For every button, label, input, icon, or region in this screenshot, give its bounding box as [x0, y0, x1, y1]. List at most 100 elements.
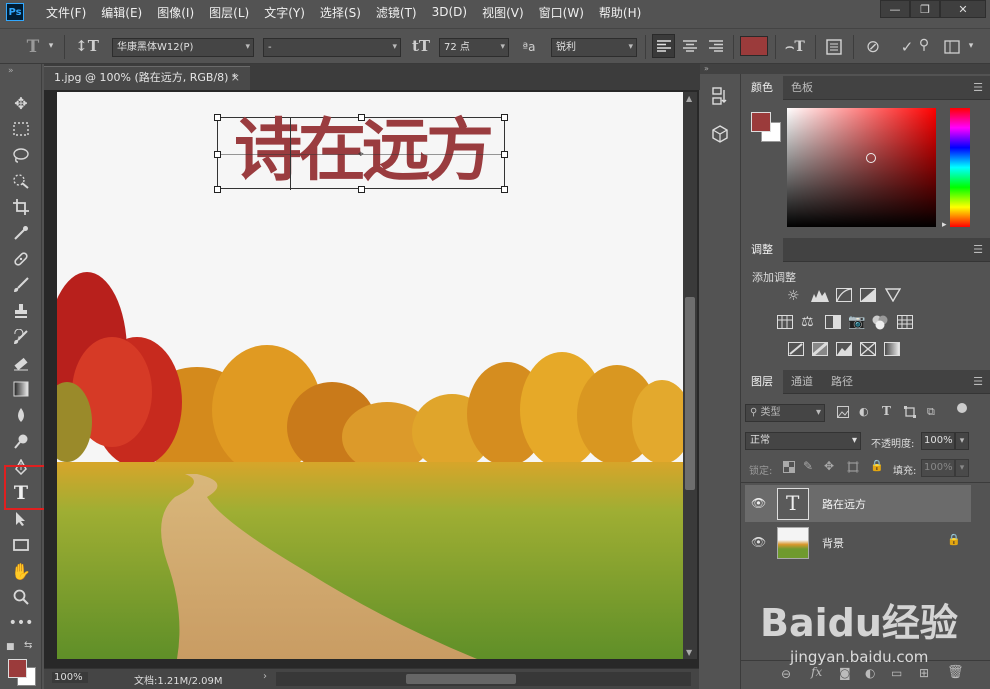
chevron-down-icon[interactable]: ▾: [46, 39, 56, 53]
hue-slider-pointer-icon[interactable]: ▸: [942, 220, 947, 230]
brightness-icon[interactable]: ☼: [787, 288, 800, 304]
eyedropper-tool-icon[interactable]: [9, 222, 33, 244]
zoom-tool-icon[interactable]: [9, 586, 33, 608]
transform-handle[interactable]: [214, 186, 221, 193]
color-lookup-icon[interactable]: [897, 315, 913, 332]
chevron-right-icon[interactable]: ›: [263, 671, 267, 682]
color-picker-field[interactable]: [787, 108, 936, 227]
lock-position-icon[interactable]: ✥: [824, 459, 834, 473]
transform-handle[interactable]: [501, 151, 508, 158]
3d-panel-icon[interactable]: [710, 124, 730, 147]
foreground-color-swatch[interactable]: [8, 659, 27, 678]
transform-handle[interactable]: [501, 114, 508, 121]
menu-window[interactable]: 窗口(W): [539, 4, 584, 21]
threshold-icon[interactable]: [836, 342, 852, 359]
transform-handle[interactable]: [214, 151, 221, 158]
marquee-tool-icon[interactable]: [9, 118, 33, 140]
zoom-level[interactable]: 100%: [52, 672, 88, 683]
new-adjustment-layer-icon[interactable]: ◐: [865, 666, 875, 680]
collapse-arrows-icon[interactable]: »: [8, 66, 14, 76]
chevron-down-icon[interactable]: ▾: [955, 432, 969, 450]
document-tab[interactable]: 1.jpg @ 100% (路在远方, RGB/8) * ×: [44, 66, 250, 90]
scroll-up-icon[interactable]: ▲: [686, 94, 692, 103]
hue-saturation-icon[interactable]: [777, 315, 793, 332]
selective-color-icon[interactable]: [860, 342, 876, 359]
tab-swatches[interactable]: 色板: [781, 76, 823, 100]
menu-layer[interactable]: 图层(L): [209, 4, 249, 21]
close-tab-button[interactable]: ×: [231, 67, 240, 89]
color-picker-cursor[interactable]: [866, 153, 876, 163]
clone-stamp-tool-icon[interactable]: [9, 300, 33, 322]
add-mask-icon[interactable]: ◙: [839, 666, 851, 680]
filter-toggle-icon[interactable]: [957, 403, 967, 413]
opacity-input[interactable]: 100%: [921, 432, 955, 450]
workspace-icon[interactable]: [942, 37, 962, 57]
hue-slider[interactable]: [950, 108, 970, 227]
anti-alias-select[interactable]: 锐利 ▾: [551, 38, 637, 57]
scrollbar-thumb[interactable]: [685, 297, 695, 490]
document-canvas[interactable]: 诗在远方 ⌖: [57, 92, 683, 659]
tab-layers[interactable]: 图层: [741, 370, 783, 394]
delete-layer-icon[interactable]: 🗑: [947, 665, 964, 680]
maximize-button[interactable]: ❐: [910, 0, 940, 18]
scroll-down-icon[interactable]: ▼: [686, 648, 692, 657]
panel-menu-icon[interactable]: ☰: [973, 375, 983, 388]
new-group-icon[interactable]: ▭: [891, 666, 902, 680]
menu-edit[interactable]: 编辑(E): [101, 4, 142, 21]
tab-adjustments[interactable]: 调整: [741, 238, 783, 262]
text-bounding-box[interactable]: 诗在远方 ⌖: [214, 114, 508, 193]
lock-artboard-icon[interactable]: [847, 461, 859, 476]
move-tool-icon[interactable]: ✥: [9, 92, 33, 114]
filter-type-icon[interactable]: T: [882, 404, 891, 418]
transform-handle[interactable]: [214, 114, 221, 121]
lock-image-brush-icon[interactable]: ✎: [803, 459, 813, 473]
menu-select[interactable]: 选择(S): [320, 4, 361, 21]
horizontal-scrollbar-thumb[interactable]: [406, 674, 516, 684]
crop-tool-icon[interactable]: [9, 196, 33, 218]
color-panel-foreground-swatch[interactable]: [751, 112, 771, 132]
history-brush-tool-icon[interactable]: [9, 326, 33, 348]
lock-transparent-icon[interactable]: [783, 461, 795, 476]
vibrance-icon[interactable]: [884, 288, 902, 305]
align-center-button[interactable]: [678, 34, 701, 58]
warp-text-icon[interactable]: ⌢T: [784, 36, 806, 58]
layer-name[interactable]: 背景: [822, 535, 844, 551]
font-family-select[interactable]: 华康黑体W12(P) ▾: [112, 38, 254, 57]
layer-name[interactable]: 路在远方: [822, 496, 866, 512]
blend-mode-select[interactable]: 正常 ▾: [745, 432, 861, 450]
curves-icon[interactable]: [836, 288, 852, 305]
levels-icon[interactable]: [811, 288, 829, 305]
chevron-down-icon[interactable]: ▾: [966, 39, 976, 53]
menu-3d[interactable]: 3D(D): [432, 5, 467, 19]
gradient-map-icon[interactable]: [884, 342, 900, 359]
history-panel-icon[interactable]: [710, 86, 730, 109]
channel-mixer-icon[interactable]: [871, 314, 889, 333]
search-icon[interactable]: ⚲: [914, 35, 934, 55]
black-white-icon[interactable]: [825, 315, 841, 332]
visibility-eye-icon[interactable]: 👁: [751, 535, 766, 549]
swap-colors-icon[interactable]: ⇆: [24, 640, 32, 651]
brush-tool-icon[interactable]: [9, 274, 33, 296]
blur-tool-icon[interactable]: [9, 404, 33, 426]
photo-filter-icon[interactable]: 📷: [848, 314, 865, 330]
quick-selection-tool-icon[interactable]: [9, 170, 33, 192]
posterize-icon[interactable]: [812, 341, 828, 359]
toggle-text-orientation-icon[interactable]: ↕T: [75, 36, 99, 56]
transform-handle[interactable]: [358, 186, 365, 193]
align-left-button[interactable]: [652, 34, 675, 58]
filter-shape-icon[interactable]: [904, 406, 916, 421]
align-right-button[interactable]: [704, 34, 727, 58]
type-tool-preset-icon[interactable]: T: [22, 37, 44, 57]
tab-channels[interactable]: 通道: [781, 370, 823, 394]
rectangle-tool-icon[interactable]: [9, 534, 33, 556]
cancel-edit-icon[interactable]: ⊘: [862, 36, 884, 58]
transform-handle[interactable]: [501, 186, 508, 193]
invert-icon[interactable]: [788, 342, 804, 359]
default-colors-icon[interactable]: ■: [6, 642, 15, 652]
dodge-tool-icon[interactable]: [9, 430, 33, 452]
menu-help[interactable]: 帮助(H): [599, 4, 641, 21]
filter-pixel-icon[interactable]: [837, 406, 849, 421]
layer-filter-select[interactable]: ⚲ 类型 ▾: [745, 404, 825, 422]
font-style-select[interactable]: - ▾: [263, 38, 401, 57]
close-window-button[interactable]: ✕: [940, 0, 986, 18]
